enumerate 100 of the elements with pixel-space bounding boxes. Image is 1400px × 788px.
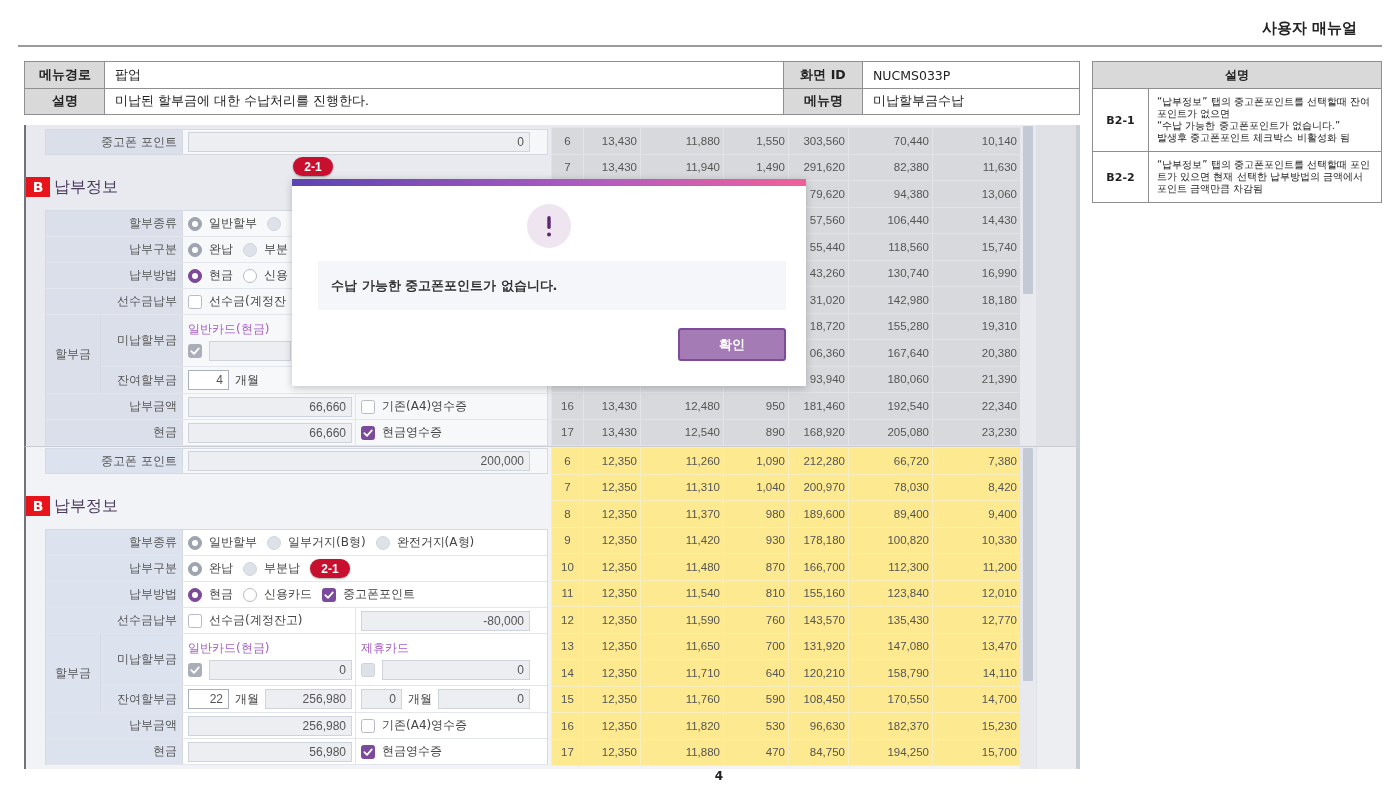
form-label: 납부금액	[46, 713, 183, 738]
table-cell: 17	[551, 739, 584, 766]
table-cell: 106,440	[848, 207, 933, 234]
table-cell: 16	[551, 712, 584, 739]
table-cell: 78,030	[848, 474, 933, 501]
checkbox-label: 기존(A4)영수증	[382, 717, 468, 734]
section-title: 납부정보	[54, 177, 118, 197]
input-field[interactable]: -80,000	[361, 610, 530, 631]
table-cell: 12,540	[640, 419, 724, 446]
checkbox-label: 현금영수증	[382, 424, 442, 441]
header-cell: 메뉴경로	[25, 62, 105, 88]
input-field[interactable]: 200,000	[188, 451, 530, 471]
table-cell-text: NUCMS033P	[872, 66, 952, 85]
table-cell: 11,480	[640, 553, 724, 580]
table-cell: 1,090	[723, 447, 789, 474]
table-cell: 205,080	[848, 419, 933, 446]
scrollbar[interactable]	[1020, 447, 1036, 769]
input-field[interactable]: 56,980	[188, 741, 352, 762]
radio-button[interactable]	[243, 268, 257, 283]
radio-label: 일반할부	[209, 215, 257, 232]
table-cell: 180,060	[848, 366, 933, 393]
table-cell: 167,640	[848, 339, 933, 366]
checkbox[interactable]	[322, 587, 336, 602]
form-label: 할부금	[46, 315, 101, 393]
table-cell: 112,300	[848, 553, 933, 580]
radio-label: 일반할부	[209, 534, 257, 551]
table-cell: 14,700	[932, 686, 1021, 713]
radio-button[interactable]	[188, 587, 202, 602]
input-field[interactable]: 256,980	[265, 689, 352, 709]
input-field[interactable]: 4	[188, 370, 229, 390]
table-cell: 11,820	[640, 712, 724, 739]
checkbox[interactable]	[361, 425, 375, 440]
unit-label: 개월	[235, 371, 259, 389]
radio-label: 부분	[264, 241, 288, 258]
table-cell: 14	[551, 659, 584, 686]
table-cell-text: 미납할부금수납	[872, 92, 965, 110]
table-cell: 810	[723, 580, 789, 607]
input-field[interactable]: 0	[209, 659, 352, 680]
table-cell: 14,430	[932, 207, 1021, 234]
table-cell: 70,440	[848, 127, 933, 154]
checkbox[interactable]	[361, 399, 375, 414]
table-cell: 14,110	[932, 659, 1021, 686]
table-cell: 470	[723, 739, 789, 766]
table-cell: 66,720	[848, 447, 933, 474]
table-cell: 16	[551, 392, 584, 419]
section-title: 납부정보	[54, 496, 118, 516]
radio-label: 완납	[209, 241, 233, 258]
table-cell: 11,200	[932, 553, 1021, 580]
input-field[interactable]: 66,660	[188, 422, 352, 443]
table-cell: 7	[551, 154, 584, 181]
table-cell: 11,710	[640, 659, 724, 686]
header-cell: 화면 ID	[784, 62, 863, 88]
unit-label: 개월	[235, 690, 259, 708]
table-cell-text: “납부정보” 탭의 중고폰포인트를 선택할때 잔여 포인트가 없으면 “수납 가능한 중고폰포인트가 없습니다.” 발생후 중고폰포인트 체크박스 비활성화 됨	[1156, 95, 1372, 145]
checkbox[interactable]	[188, 613, 202, 628]
table-cell: 10	[551, 553, 584, 580]
input-field[interactable]: 0	[188, 132, 530, 152]
form-label: 납부구분	[46, 237, 183, 262]
input-field[interactable]: 0	[382, 659, 530, 680]
form-label: 중고폰 포인트	[46, 130, 183, 154]
checkbox-label: 중고폰포인트	[343, 586, 415, 603]
table-cell: B2-2	[1093, 152, 1149, 202]
form-label: 납부방법	[46, 582, 183, 607]
checkbox[interactable]	[361, 744, 375, 759]
table-cell: 12,480	[640, 392, 724, 419]
table-cell: 89,400	[848, 500, 933, 527]
radio-label: 일부거지(B형)	[288, 534, 366, 551]
form-label: 할부금	[46, 634, 101, 712]
table-cell: 18,180	[932, 286, 1021, 313]
input-field[interactable]: 0	[361, 689, 402, 709]
scrollbar[interactable]	[1020, 125, 1036, 446]
table-cell: 10,140	[932, 127, 1021, 154]
section-badge: B	[26, 177, 50, 197]
form-label: 현금	[46, 739, 183, 764]
table-cell: 13,470	[932, 633, 1021, 660]
table-cell: 11,880	[640, 127, 724, 154]
header-cell: 메뉴명	[784, 89, 863, 114]
input-field[interactable]	[209, 340, 291, 361]
table-cell: 142,980	[848, 286, 933, 313]
table-cell: 19,310	[932, 313, 1021, 340]
table-cell: 194,250	[848, 739, 933, 766]
header-cell: 설명	[1093, 62, 1381, 89]
annotation-badge: 2-1	[310, 559, 350, 578]
table-cell: 15	[551, 686, 584, 713]
table-cell: 170,550	[848, 686, 933, 713]
input-field[interactable]: 256,980	[188, 715, 352, 736]
table-cell: 11,590	[640, 606, 724, 633]
input-field[interactable]: 22	[188, 689, 229, 709]
checkbox[interactable]	[361, 718, 375, 733]
form-label: 잔여할부금	[101, 686, 183, 712]
page-title: 사용자 매뉴얼	[1261, 18, 1357, 38]
table-cell: 9,400	[932, 500, 1021, 527]
checkbox[interactable]	[188, 294, 202, 309]
input-field[interactable]: 0	[438, 689, 530, 709]
input-field[interactable]: 66,660	[188, 396, 352, 417]
table-cell: 11	[551, 580, 584, 607]
table-cell: 1,490	[723, 154, 789, 181]
radio-button[interactable]	[243, 587, 257, 602]
radio-button[interactable]	[188, 268, 202, 283]
table-cell: 147,080	[848, 633, 933, 660]
